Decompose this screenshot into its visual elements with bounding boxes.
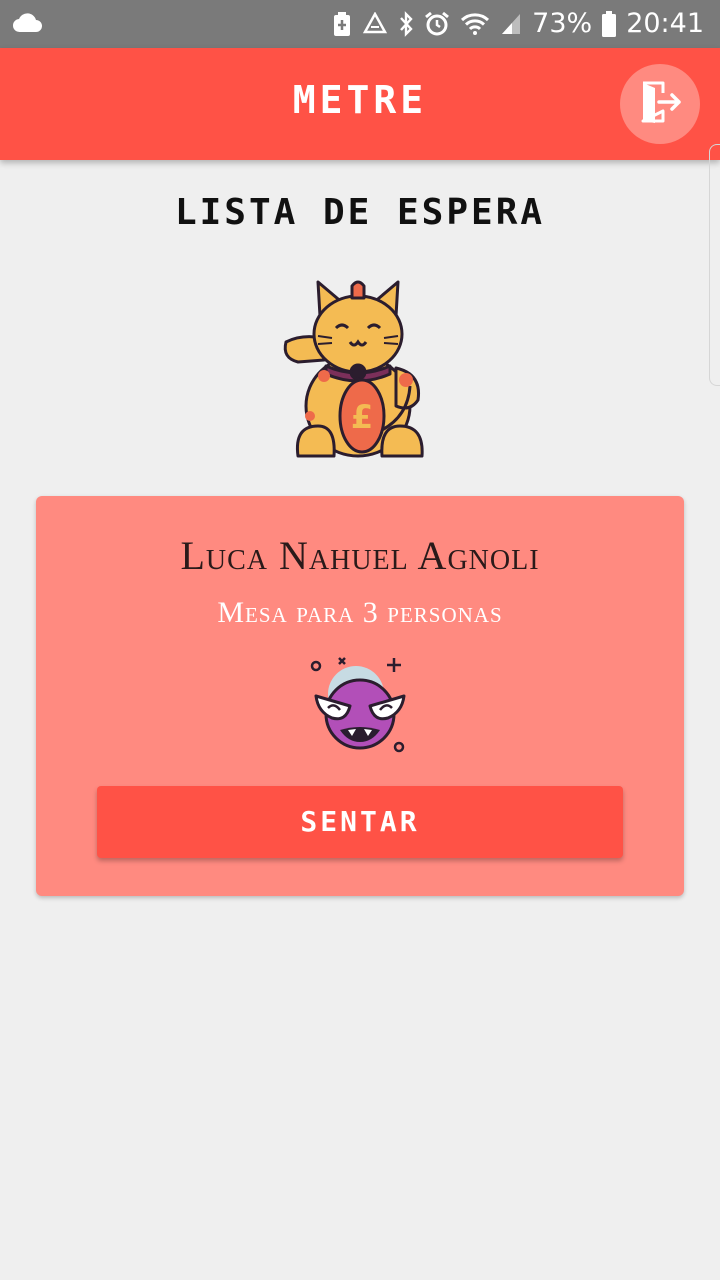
recycle-icon [362, 12, 388, 36]
app-bar: METRE [0, 48, 720, 160]
page-title: LISTA DE ESPERA [174, 192, 546, 233]
customer-name: Luca Nahuel Agnoli [180, 533, 540, 578]
svg-text:£: £ [351, 398, 373, 436]
exit-door-icon [637, 79, 683, 129]
purple-monster-icon [310, 656, 410, 756]
logout-button[interactable] [620, 64, 700, 144]
signal-icon [500, 12, 522, 36]
seat-button[interactable]: SENTAR [97, 786, 623, 858]
clock: 20:41 [626, 8, 704, 39]
scroll-indicator [709, 144, 720, 386]
lucky-cat-icon: £ [278, 276, 430, 460]
status-indicators: 73% 20:41 [332, 6, 704, 42]
battery-percent: 73% [532, 8, 593, 39]
party-size: Mesa para 3 personas [217, 596, 503, 629]
wifi-icon [460, 12, 490, 36]
bluetooth-icon [398, 11, 414, 37]
status-bar: 73% 20:41 [0, 0, 720, 48]
battery-saver-icon [332, 11, 352, 37]
cloud-icon [12, 12, 42, 38]
battery-icon [602, 11, 617, 37]
app-title: METRE [292, 78, 428, 122]
alarm-icon [424, 11, 450, 37]
waitlist-card: Luca Nahuel Agnoli Mesa para 3 personas … [36, 496, 684, 896]
